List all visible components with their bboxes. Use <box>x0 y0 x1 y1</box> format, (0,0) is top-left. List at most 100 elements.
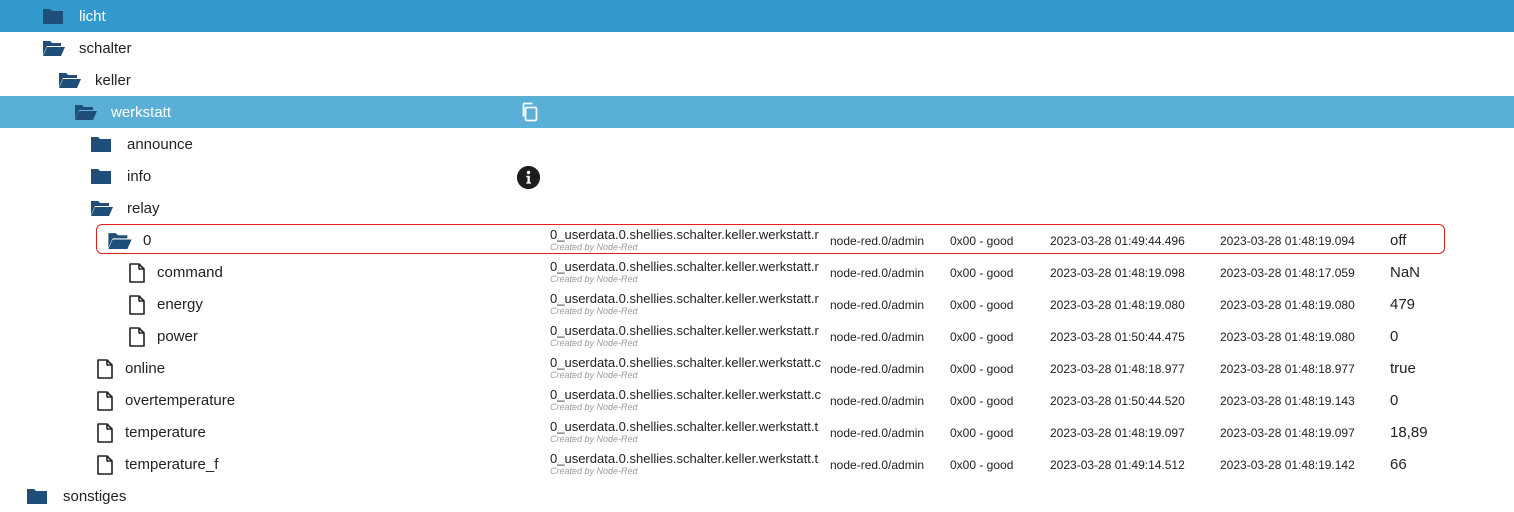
info-icon[interactable] <box>517 166 540 189</box>
tree-row-keller[interactable]: keller <box>0 64 1514 96</box>
object-id: 0_userdata.0.shellies.schalter.keller.we… <box>550 227 819 242</box>
quality-cell: 0x00 - good <box>950 362 1014 376</box>
last-change-cell: 2023-03-28 01:48:19.094 <box>1220 234 1355 248</box>
tree-row-power[interactable]: power 0_userdata.0.shellies.schalter.kel… <box>0 320 1514 352</box>
folder-open-icon[interactable] <box>90 199 113 217</box>
file-icon[interactable] <box>128 263 150 283</box>
tree-item-label: 0 <box>143 232 152 249</box>
object-id: 0_userdata.0.shellies.schalter.keller.we… <box>550 355 821 370</box>
timestamp-cell: 2023-03-28 01:49:44.496 <box>1050 234 1185 248</box>
folder-open-icon[interactable] <box>107 231 132 249</box>
last-change-cell: 2023-03-28 01:48:17.059 <box>1220 266 1355 280</box>
file-icon[interactable] <box>128 327 150 347</box>
tree-item-label: overtemperature <box>125 392 236 409</box>
quality-cell: 0x00 - good <box>950 458 1014 472</box>
copy-icon[interactable] <box>519 101 541 123</box>
timestamp-cell: 2023-03-28 01:48:19.098 <box>1050 266 1185 280</box>
tree-item-label: info <box>127 168 152 185</box>
timestamp-cell: 2023-03-28 01:50:44.475 <box>1050 330 1185 344</box>
tree-row-schalter[interactable]: schalter <box>0 32 1514 64</box>
tree-row-temperature[interactable]: temperature 0_userdata.0.shellies.schalt… <box>0 416 1514 448</box>
tree-item-label: temperature_f <box>125 456 219 473</box>
tree-row-sonstiges[interactable]: sonstiges sonstiges <box>0 480 1514 512</box>
last-change-cell: 2023-03-28 01:48:18.977 <box>1220 362 1355 376</box>
tree-item-label: command <box>157 264 223 281</box>
value-cell[interactable]: true <box>1390 360 1416 378</box>
file-icon[interactable] <box>96 391 118 411</box>
object-id-cell: 0_userdata.0.shellies.schalter.keller.we… <box>550 352 830 384</box>
tree-row-online[interactable]: online 0_userdata.0.shellies.schalter.ke… <box>0 352 1514 384</box>
from-cell: node-red.0/admin <box>830 394 925 408</box>
tree-item-label: relay <box>127 200 160 217</box>
tree-row-relay[interactable]: relay relay <box>0 192 1514 224</box>
value-cell[interactable]: 479 <box>1390 296 1415 314</box>
from-cell: node-red.0/admin <box>830 330 925 344</box>
value-cell[interactable]: 0 <box>1390 328 1398 346</box>
value-cell[interactable]: 18,89 <box>1390 424 1428 442</box>
folder-open-icon[interactable] <box>58 71 81 89</box>
object-id-cell: 0_userdata.0.shellies.schalter.keller.we… <box>550 256 830 288</box>
tree-item-label: announce <box>127 136 193 153</box>
from-cell: node-red.0/admin <box>830 426 925 440</box>
tree-item-label: energy <box>157 296 203 313</box>
tree-row-info[interactable]: info info <box>0 160 1514 192</box>
folder-closed-icon[interactable] <box>26 487 48 505</box>
quality-cell: 0x00 - good <box>950 266 1014 280</box>
tree-item-label: licht <box>79 8 106 25</box>
tree-item-label: werkstatt <box>111 104 172 121</box>
object-description: Created by Node-Red <box>550 402 638 412</box>
value-cell[interactable]: NaN <box>1390 264 1420 282</box>
tree-row-temperature-f[interactable]: temperature_f 0_userdata.0.shellies.scha… <box>0 448 1514 480</box>
value-cell[interactable]: 0 <box>1390 392 1398 410</box>
object-id-cell: 0_userdata.0.shellies.schalter.keller.we… <box>550 320 830 352</box>
last-change-cell: 2023-03-28 01:48:19.080 <box>1220 298 1355 312</box>
object-description: Created by Node-Red <box>550 306 638 316</box>
quality-cell: 0x00 - good <box>950 330 1014 344</box>
file-icon[interactable] <box>96 423 118 443</box>
object-tree: licht licht schalter keller werkstatt <box>0 0 1514 512</box>
timestamp-cell: 2023-03-28 01:49:14.512 <box>1050 458 1185 472</box>
object-id-cell: 0_userdata.0.shellies.schalter.keller.we… <box>550 288 830 320</box>
object-id-cell: 0_userdata.0.shellies.schalter.keller.we… <box>550 416 830 448</box>
object-id-cell: 0_userdata.0.shellies.schalter.keller.we… <box>550 384 830 416</box>
last-change-cell: 2023-03-28 01:48:19.143 <box>1220 394 1355 408</box>
from-cell: node-red.0/admin <box>830 362 925 376</box>
object-id: 0_userdata.0.shellies.schalter.keller.we… <box>550 323 819 338</box>
from-cell: node-red.0/admin <box>830 234 925 248</box>
from-cell: node-red.0/admin <box>830 298 925 312</box>
file-icon[interactable] <box>128 295 150 315</box>
tree-row-werkstatt[interactable]: werkstatt <box>0 96 1514 128</box>
tree-row-energy[interactable]: energy 0_userdata.0.shellies.schalter.ke… <box>0 288 1514 320</box>
folder-closed-icon[interactable] <box>90 167 112 185</box>
folder-open-icon[interactable] <box>42 39 65 57</box>
timestamp-cell: 2023-03-28 01:50:44.520 <box>1050 394 1185 408</box>
object-id-cell: 0_userdata.0.shellies.schalter.keller.we… <box>550 448 830 480</box>
folder-closed-icon[interactable] <box>90 135 112 153</box>
object-id-cell: 0_userdata.0.shellies.schalter.keller.we… <box>550 224 830 256</box>
folder-open-icon[interactable] <box>74 103 97 121</box>
file-icon[interactable] <box>96 455 118 475</box>
last-change-cell: 2023-03-28 01:48:19.097 <box>1220 426 1355 440</box>
tree-row-licht[interactable]: licht licht <box>0 0 1514 32</box>
tree-item-label: temperature <box>125 424 206 441</box>
object-description: Created by Node-Red <box>550 370 638 380</box>
tree-item-label: keller <box>95 72 131 89</box>
object-id: 0_userdata.0.shellies.schalter.keller.we… <box>550 451 819 466</box>
tree-row-overtemperature[interactable]: overtemperature 0_userdata.0.shellies.sc… <box>0 384 1514 416</box>
object-id: 0_userdata.0.shellies.schalter.keller.we… <box>550 259 819 274</box>
timestamp-cell: 2023-03-28 01:48:19.097 <box>1050 426 1185 440</box>
file-icon[interactable] <box>96 359 118 379</box>
object-description: Created by Node-Red <box>550 434 638 444</box>
tree-row-command[interactable]: command 0_userdata.0.shellies.schalter.k… <box>0 256 1514 288</box>
value-cell[interactable]: 66 <box>1390 456 1407 474</box>
tree-item-label: power <box>157 328 198 345</box>
last-change-cell: 2023-03-28 01:48:19.142 <box>1220 458 1355 472</box>
value-cell[interactable]: off <box>1390 232 1406 250</box>
object-description: Created by Node-Red <box>550 242 638 252</box>
folder-closed-icon[interactable] <box>42 7 64 25</box>
tree-row-announce[interactable]: announce announce <box>0 128 1514 160</box>
object-id: 0_userdata.0.shellies.schalter.keller.we… <box>550 291 819 306</box>
tree-row-0[interactable]: 0 0_userdata.0.shellies.schalter.keller.… <box>0 224 1514 256</box>
tree-item-label: sonstiges <box>63 488 127 505</box>
quality-cell: 0x00 - good <box>950 298 1014 312</box>
